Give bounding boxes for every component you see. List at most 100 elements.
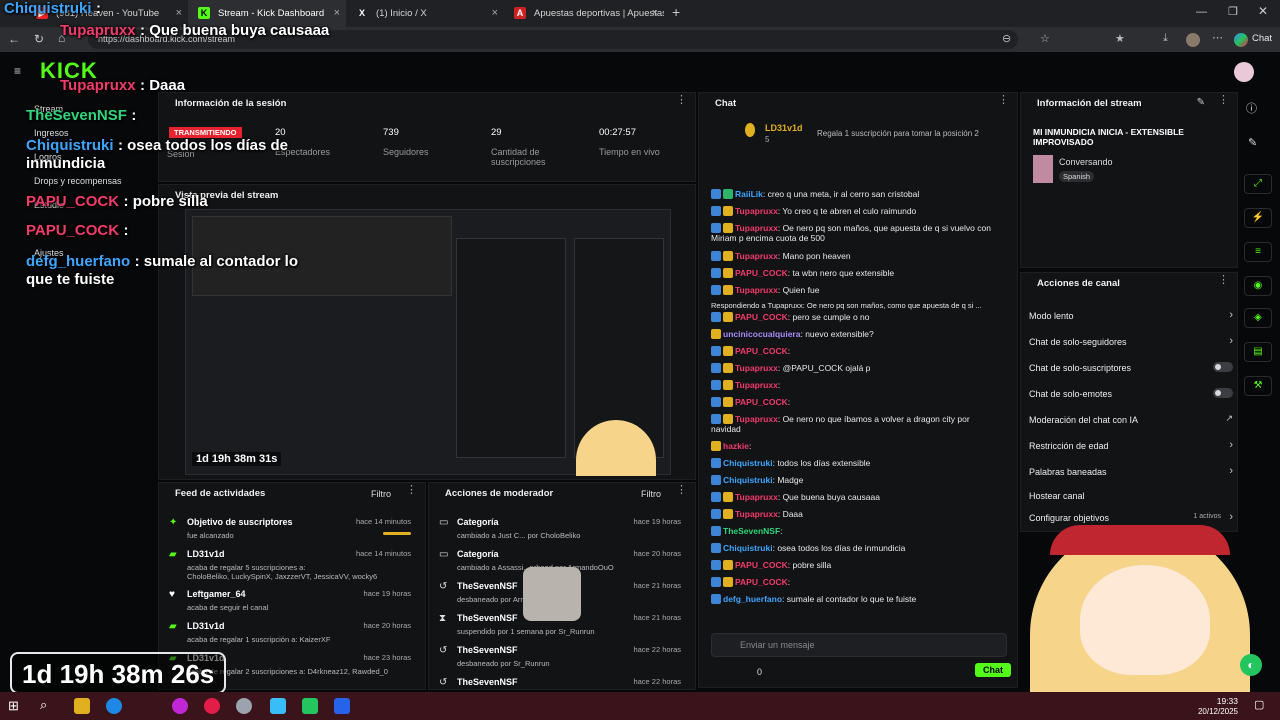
app-icon[interactable] [302,698,318,714]
chat-message: Tupapruxx: Yo creo q te abren el culo ra… [711,206,1011,216]
feed-item[interactable]: ▰ LD31v1d acaba de regalar 5 suscripcion… [159,547,419,583]
more-options-icon[interactable]: ⋮ [676,483,687,496]
copilot-icon[interactable] [1234,33,1248,47]
cat-sticker [523,567,581,621]
chat-message: PAPU_COCK: pero se cumple o no [711,312,1011,322]
tab-x[interactable]: X (1) Inicio / X × [346,0,504,27]
refresh-icon[interactable]: ↻ [34,32,44,46]
chat-message: RaiiLik: creo q una meta, ir al cerro sa… [711,189,1011,199]
search-icon[interactable]: ⌕ [40,697,47,713]
whatsapp-icon[interactable]: ◐ [1240,654,1262,676]
mod-filter-button[interactable]: Filtro [641,489,661,499]
send-chat-button[interactable]: Chat [975,663,1011,677]
feed-item[interactable]: ✦ Objetivo de suscriptores fue alcanzado… [159,515,419,547]
stream-preview-video[interactable]: 1d 19h 38m 31s [185,209,671,476]
close-window-button[interactable]: ✕ [1258,4,1268,18]
hamburger-menu-icon[interactable]: ≡ [14,64,21,78]
chat-viewer-count: 0 [757,667,763,677]
favorite-icon[interactable]: ☆ [1040,32,1050,45]
stream-title: MI INMUNDICIA INICIA - EXTENSIBLE IMPROV… [1033,127,1184,147]
app-icon[interactable] [334,698,350,714]
app-icon[interactable] [270,698,286,714]
app-icon[interactable] [172,698,188,714]
more-options-icon[interactable]: ⋮ [406,483,417,496]
tab-apuestas[interactable]: A Apuestas deportivas | Apuestas on × [504,0,664,27]
chat-message: TheSevenNSF: [711,526,1011,536]
stat-subs-label: Cantidad de suscripciones [491,147,546,167]
app-icon[interactable] [236,698,252,714]
feed-filter-button[interactable]: Filtro [371,489,391,499]
action-moderacion-ia[interactable]: Moderación del chat con IA ↗ [1029,413,1233,425]
feed-item[interactable]: ▰ LD31v1d acaba de regalar 1 suscripción… [159,619,419,651]
info-icon[interactable]: ⓘ [1246,100,1257,116]
stream-category: Conversando [1059,157,1113,167]
action-configurar-objetivos[interactable]: Configurar objetivos 1 activos › [1029,511,1233,523]
mod-item[interactable]: ↺ TheSevenNSF desbaneado por Sr_Runrun h… [429,643,689,675]
chevron-right-icon: › [1229,309,1233,321]
rail-audio-icon[interactable]: ◈ [1244,308,1272,328]
overlay-chat-line: PAPU_COCK : [26,222,129,239]
sidebar-item-drops[interactable]: Drops y recompensas [34,176,122,186]
pen-icon[interactable]: ✎ [1248,136,1257,149]
more-options-icon[interactable]: ⋮ [998,93,1009,106]
chat-button[interactable]: Chat [1252,33,1272,44]
downloads-icon[interactable]: ⤓ [1163,32,1168,45]
maximize-button[interactable]: ❐ [1228,5,1238,18]
pinned-text: Regala 1 suscripción para tomar la posic… [817,129,979,138]
action-modo-lento[interactable]: Modo lento › [1029,309,1233,321]
file-explorer-icon[interactable] [74,698,90,714]
overlay-chat-line: Tupapruxx : Daaa [60,77,186,94]
mod-item[interactable]: ▭ Categoría cambiado a Just C... por Cho… [429,515,689,547]
edit-icon[interactable]: ✎ [1197,97,1205,108]
action-palabras-baneadas[interactable]: Palabras baneadas › [1029,465,1233,477]
app-icon[interactable] [204,698,220,714]
chat-message: Tupapruxx: Que buena buya causaaa [711,492,1011,502]
feed-item[interactable]: ♥ Leftgamer_64 acaba de seguir el canal … [159,587,419,619]
chat-panel: Chat ⋮ LD31v1d 5 Regala 1 suscripción pa… [698,92,1018,688]
close-icon[interactable]: × [334,0,340,27]
close-icon[interactable]: × [492,0,498,27]
new-tab-button[interactable]: + [672,4,680,20]
profile-avatar[interactable] [1186,33,1200,47]
rail-bolt-icon[interactable]: ⚡ [1244,208,1272,228]
action-hostear-canal[interactable]: Hostear canal [1029,491,1233,501]
more-options-icon[interactable]: ⋮ [1218,93,1229,106]
rail-tools-icon[interactable]: ⚒ [1244,376,1272,396]
overlay-chat-line: Chiquistruki : osea todos los días de in… [26,137,289,172]
category-icon: ▭ [439,549,449,560]
minimize-button[interactable]: — [1196,6,1207,18]
pinned-user[interactable]: LD31v1d [765,123,803,133]
channel-actions-panel: Acciones de canal ⋮ Modo lento › Chat de … [1020,272,1238,532]
chevron-right-icon: › [1229,439,1233,451]
sidebar-nav: Stream Ingresos Logros Drops y recompens… [0,100,158,270]
more-options-icon[interactable]: ⋮ [1218,273,1229,286]
edge-icon[interactable] [106,698,122,714]
chat-reply-context: Respondiendo a Tupapruxx: Oe nero pq son… [711,301,982,310]
clock-time: 19:33 [1216,696,1238,706]
action-solo-emotes[interactable]: Chat de solo-emotes [1029,388,1233,399]
pinned-count: 5 [765,135,770,144]
chat-title: Chat [715,98,737,109]
favorites-icon[interactable]: ★ [1115,32,1125,45]
chat-input[interactable]: Enviar un mensaje [711,633,1007,657]
more-icon[interactable]: ⋯ [1212,31,1223,44]
rail-chat-icon[interactable]: ◉ [1244,276,1272,296]
notifications-icon[interactable]: ▢ [1254,698,1264,711]
close-icon[interactable]: × [652,0,658,27]
user-avatar[interactable] [1234,62,1254,82]
action-solo-suscriptores[interactable]: Chat de solo-suscriptores [1029,362,1233,373]
overlay-chat-line: Chiquistruki : [4,0,101,17]
action-restriccion-edad[interactable]: Restricción de edad › [1029,439,1233,451]
rail-expand-icon[interactable]: ⤢ [1244,174,1272,194]
chevron-right-icon: › [1229,465,1233,477]
rail-layout-icon[interactable]: ▤ [1244,342,1272,362]
chat-message: Tupapruxx: Quien fue [711,285,1011,295]
back-icon[interactable]: ← [8,32,20,46]
action-solo-seguidores[interactable]: Chat de solo-seguidores › [1029,335,1233,347]
more-options-icon[interactable]: ⋮ [676,93,687,106]
windows-start-icon[interactable]: ⊞ [8,698,19,714]
stat-time-label: Tiempo en vivo [599,147,660,157]
rail-list-icon[interactable]: ≡ [1244,242,1272,262]
zoom-icon[interactable]: ⊖ [1002,32,1011,45]
chat-message: Tupapruxx: Oe nero pq son maños, que apu… [711,223,991,243]
